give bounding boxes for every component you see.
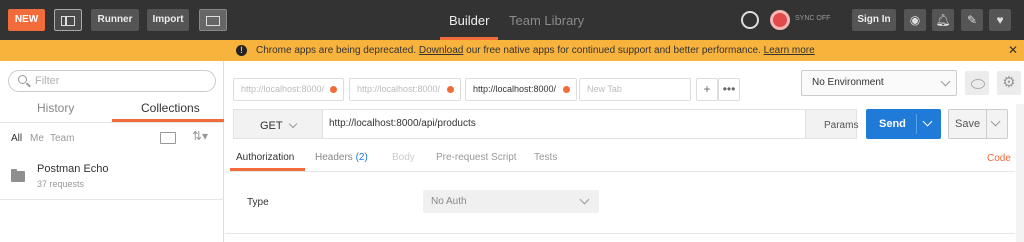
section-divider (225, 233, 1015, 234)
new-collection-icon[interactable] (160, 132, 176, 144)
unsaved-dot-icon (563, 86, 570, 93)
sidebar: Filter History Collections All Me Team ⇅… (0, 61, 224, 242)
chevron-down-icon (579, 194, 590, 205)
chevron-down-icon (288, 119, 298, 129)
url-input[interactable]: http://localhost:8000/api/products (322, 110, 806, 138)
folder-icon (11, 169, 25, 182)
collection-name[interactable]: Postman Echo (37, 163, 109, 175)
filter-placeholder: Filter (35, 75, 60, 87)
filter-team[interactable]: Team (50, 133, 74, 144)
import-button[interactable]: Import (147, 9, 189, 31)
heart-icon: ♥ (996, 13, 1004, 27)
add-tab-button[interactable]: + (696, 78, 718, 101)
unsaved-dot-icon (330, 86, 337, 93)
filter-input[interactable]: Filter (8, 70, 216, 92)
request-tab[interactable]: http://localhost:8000/ (349, 78, 461, 101)
environment-value: No Environment (812, 77, 884, 88)
sync-icon[interactable] (770, 10, 790, 30)
sync-status-label: SYNC OFF (795, 15, 831, 22)
tab-history[interactable]: History (37, 101, 74, 115)
send-divider (916, 114, 917, 134)
new-button[interactable]: NEW (8, 9, 45, 31)
collection-request-count: 37 requests (37, 179, 85, 189)
sort-icon[interactable]: ⇅▾ (192, 129, 208, 143)
request-tab-label: New Tab (587, 84, 622, 94)
banner-text: Chrome apps are being deprecated. (256, 45, 419, 56)
bell-icon: 🔔︎ (935, 13, 951, 27)
notifications-button[interactable]: 🔔︎ (932, 9, 954, 31)
params-button[interactable]: Params (824, 120, 858, 131)
auth-type-label: Type (247, 197, 269, 208)
method-select[interactable]: GET (260, 119, 298, 132)
new-window-icon (206, 16, 220, 26)
tab-builder[interactable]: Builder (449, 13, 489, 28)
authorization-tab-indicator (230, 168, 305, 171)
environment-quick-look-icon[interactable] (965, 71, 989, 95)
save-divider (986, 110, 987, 138)
tab-team-library[interactable]: Team Library (509, 13, 584, 28)
environment-select[interactable]: No Environment (801, 70, 957, 96)
favorites-button[interactable]: ♥ (989, 9, 1011, 31)
download-link[interactable]: Download (419, 45, 463, 56)
code-link[interactable]: Code (987, 153, 1011, 164)
tab-pre-request-script[interactable]: Pre-request Script (436, 152, 517, 163)
auth-type-value: No Auth (431, 196, 467, 207)
chevron-down-icon (940, 76, 951, 87)
send-button[interactable]: Send (866, 109, 941, 139)
interceptor-icon[interactable] (741, 11, 759, 29)
sign-in-button[interactable]: Sign In (852, 9, 896, 31)
filter-all[interactable]: All (11, 133, 22, 144)
tab-tests[interactable]: Tests (534, 152, 557, 163)
list-divider (0, 199, 224, 200)
panel-tab-divider (225, 171, 1015, 172)
request-bar: GET http://localhost:8000/api/products P… (233, 109, 858, 139)
settings-button[interactable]: ✎ (961, 9, 983, 31)
chevron-down-icon[interactable] (922, 116, 933, 127)
satellite-icon: ◉ (909, 13, 921, 27)
unsaved-dot-icon (447, 86, 454, 93)
filter-me[interactable]: Me (30, 133, 44, 144)
top-bar: NEW Runner Import Builder Team Library S… (0, 0, 1024, 40)
request-tab[interactable]: http://localhost:8000/ (233, 78, 344, 101)
learn-more-link[interactable]: Learn more (764, 45, 815, 56)
send-label: Send (879, 118, 906, 130)
chevron-down-icon[interactable] (990, 116, 1001, 127)
request-tab-label: http://localhost:8000/ (357, 84, 441, 94)
request-tab[interactable]: New Tab (579, 78, 691, 101)
sidebar-toggle-button[interactable] (54, 9, 82, 31)
warning-icon: ! (236, 45, 247, 56)
tab-collections[interactable]: Collections (141, 101, 200, 115)
sidebar-tab-divider (0, 122, 224, 123)
headers-count-badge: (2) (355, 152, 368, 163)
more-icon: ••• (722, 82, 736, 96)
tab-options-button[interactable]: ••• (718, 78, 740, 101)
request-tab-label: http://localhost:8000/ (473, 84, 557, 94)
deprecation-banner: ! Chrome apps are being deprecated. Down… (0, 40, 1024, 61)
banner-message: Chrome apps are being deprecated. Downlo… (256, 40, 815, 61)
banner-text-middle: our free native apps for continued suppo… (463, 45, 764, 56)
save-label: Save (955, 118, 981, 130)
search-icon (18, 75, 27, 84)
plus-icon: + (703, 82, 711, 96)
gear-icon[interactable]: ⚙ (997, 71, 1021, 95)
tab-authorization[interactable]: Authorization (236, 152, 294, 163)
new-window-button[interactable] (199, 9, 227, 31)
scrollbar[interactable] (1016, 104, 1024, 242)
tab-headers[interactable]: Headers (2) (315, 152, 368, 163)
tab-body[interactable]: Body (392, 152, 415, 163)
request-tab-active[interactable]: http://localhost:8000/ (465, 78, 577, 101)
save-button[interactable]: Save (948, 109, 1008, 139)
collections-tab-indicator (112, 119, 224, 122)
headers-label: Headers (315, 152, 353, 163)
wrench-icon: ✎ (966, 13, 978, 27)
close-banner-icon[interactable]: ✕ (1008, 40, 1018, 61)
request-tab-label: http://localhost:8000/ (241, 84, 325, 94)
capture-button[interactable]: ◉ (904, 9, 926, 31)
sidebar-toggle-icon (61, 16, 75, 26)
method-value: GET (260, 120, 283, 132)
main-panel: http://localhost:8000/ http://localhost:… (225, 61, 1024, 242)
auth-type-select[interactable]: No Auth (423, 190, 599, 213)
runner-button[interactable]: Runner (91, 9, 139, 31)
